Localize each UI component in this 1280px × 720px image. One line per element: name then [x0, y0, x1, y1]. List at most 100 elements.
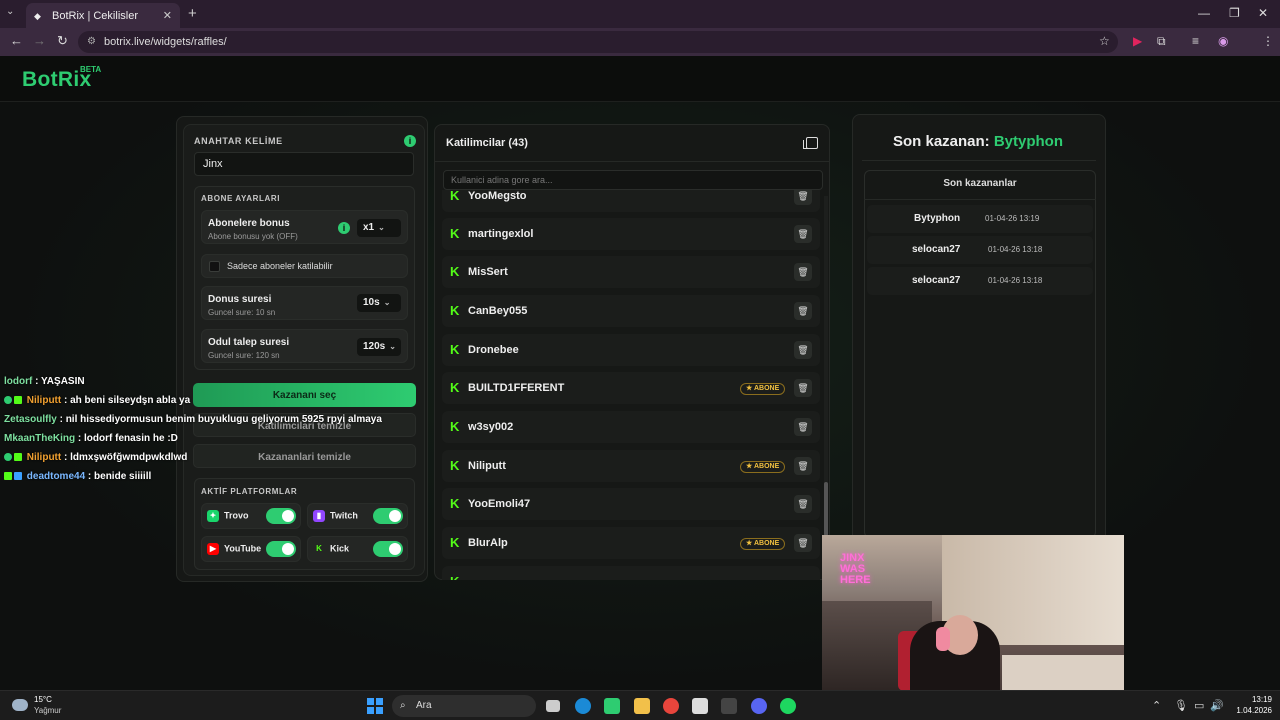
- participants-header: Katilimcilar (43): [446, 137, 528, 149]
- trash-icon[interactable]: 🗑: [794, 534, 812, 552]
- file-explorer-icon[interactable]: [634, 698, 650, 714]
- chevron-down-icon: ⌄: [378, 223, 385, 232]
- extension-play-icon[interactable]: ▶: [1133, 34, 1142, 48]
- tray-overflow-icon[interactable]: ⌃: [1152, 699, 1161, 712]
- trash-icon[interactable]: 🗑: [794, 302, 812, 320]
- chevron-down-icon: ⌄: [389, 342, 396, 351]
- chrome-icon[interactable]: [663, 698, 679, 714]
- url-field[interactable]: ⚙ botrix.live/widgets/raffles/: [78, 31, 1118, 53]
- webcam-overlay: JINX WAS HERE: [822, 535, 1124, 690]
- trash-icon[interactable]: 🗑: [794, 263, 812, 281]
- participant-name: BlurAlp: [468, 537, 508, 549]
- divider: [862, 160, 1096, 161]
- trash-icon[interactable]: 🗑: [794, 418, 812, 436]
- windows-start-icon[interactable]: [367, 698, 383, 714]
- participant-name: Dronebee: [468, 344, 519, 356]
- kick-icon: K: [316, 544, 322, 553]
- sub-bonus-select[interactable]: x1 ⌄: [357, 219, 401, 237]
- chat-text: ldmxşwöfğwmdpwkdlwd: [70, 452, 188, 463]
- profile-avatar[interactable]: ◉: [1218, 34, 1228, 48]
- discord-icon[interactable]: [751, 698, 767, 714]
- browser-tab[interactable]: ◆ BotRix | Cekilisler ✕: [26, 3, 180, 28]
- claim-time-title: Odul talep suresi: [208, 337, 290, 348]
- weather-temp: 15°C: [34, 695, 52, 704]
- trash-icon[interactable]: 🗑: [794, 495, 812, 513]
- sub-bonus-title: Abonelere bonus: [208, 218, 290, 229]
- badge-icon: [14, 472, 22, 481]
- subs-only-row[interactable]: Sadece aboneler katilabilir: [201, 254, 408, 278]
- network-icon[interactable]: ▭: [1194, 699, 1204, 712]
- list-item: K Niliputt ★ ABONE 🗑: [442, 450, 820, 482]
- trash-icon[interactable]: 🗑: [794, 379, 812, 397]
- app-dark-icon[interactable]: [721, 698, 737, 714]
- new-tab-icon[interactable]: +: [188, 5, 197, 22]
- extensions-icon[interactable]: ⧉: [1157, 34, 1166, 49]
- minimize-icon[interactable]: —: [1198, 6, 1210, 20]
- bookmark-star-icon[interactable]: ☆: [1099, 34, 1110, 48]
- participants-scroll-thumb[interactable]: [824, 482, 828, 536]
- spotify-icon[interactable]: [780, 698, 796, 714]
- trash-icon[interactable]: 🗑: [794, 341, 812, 359]
- keyword-input[interactable]: Jinx: [194, 152, 414, 176]
- volume-icon[interactable]: 🔊: [1210, 699, 1224, 712]
- app-green-icon[interactable]: [604, 698, 620, 714]
- badge-icon: [4, 396, 12, 405]
- participant-search-input[interactable]: Kullanici adina gore ara...: [443, 170, 823, 190]
- taskbar-search[interactable]: ⌕ Ara: [392, 695, 536, 717]
- microphone-icon[interactable]: 🎙: [1174, 699, 1188, 712]
- kick-icon: K: [450, 419, 460, 434]
- claim-time-sub: Guncel sure: 120 sn: [208, 351, 280, 360]
- winner-row: Bytyphon 01-04-26 13:19: [867, 205, 1093, 233]
- twitch-toggle[interactable]: [373, 508, 403, 524]
- media-control-icon[interactable]: ≡: [1192, 34, 1199, 48]
- close-window-icon[interactable]: ✕: [1258, 6, 1268, 20]
- site-header: BotRix BETA: [0, 56, 1280, 102]
- chat-text: nil hissediyormusun benim buyuklugu geli…: [65, 414, 382, 425]
- sub-bonus-info-icon[interactable]: i: [338, 222, 350, 234]
- claim-time-select[interactable]: 120s ⌄: [357, 338, 401, 356]
- bonus-time-title: Donus suresi: [208, 294, 272, 305]
- kick-icon: K: [450, 190, 460, 203]
- browser-menu-icon[interactable]: ⋮: [1262, 34, 1274, 48]
- trash-icon[interactable]: 🗑: [794, 457, 812, 475]
- chat-user: Zetasoulfly: [4, 414, 57, 425]
- back-icon[interactable]: ←: [10, 33, 23, 48]
- edge-icon[interactable]: [575, 698, 591, 714]
- browser-tabbar: ⌄ ◆ BotRix | Cekilisler ✕ + — ❐ ✕: [0, 0, 1280, 28]
- kick-icon: K: [450, 496, 460, 511]
- trovo-toggle[interactable]: [266, 508, 296, 524]
- trash-icon[interactable]: 🗑: [794, 225, 812, 243]
- participant-name: MisSert: [468, 266, 508, 278]
- list-item: K martingexlol 🗑: [442, 218, 820, 250]
- subs-only-label: Sadece aboneler katilabilir: [227, 261, 333, 271]
- bonus-time-select[interactable]: 10s ⌄: [357, 294, 401, 312]
- clock-date: 1.04.2026: [1236, 706, 1272, 715]
- task-view-icon[interactable]: [546, 700, 560, 712]
- youtube-toggle[interactable]: [266, 541, 296, 557]
- neon-sign: JINX WAS HERE: [840, 552, 871, 586]
- kick-icon: K: [450, 303, 460, 318]
- forward-icon[interactable]: →: [33, 33, 46, 48]
- cloud-rain-icon: [12, 699, 28, 711]
- trash-icon[interactable]: 🗑: [794, 190, 812, 205]
- info-icon[interactable]: i: [404, 135, 416, 147]
- tab-search-icon[interactable]: ⌄: [6, 6, 14, 17]
- taskbar-clock[interactable]: 13:19 1.04.2026: [1226, 694, 1272, 716]
- maximize-icon[interactable]: ❐: [1229, 6, 1240, 20]
- kick-toggle[interactable]: [373, 541, 403, 557]
- winner-date: 01-04-26 13:18: [988, 245, 1043, 254]
- favicon-icon: ◆: [34, 10, 41, 21]
- reload-icon[interactable]: ↻: [57, 33, 68, 49]
- site-info-icon[interactable]: ⚙: [87, 31, 96, 53]
- platform-youtube-label: ▶ YouTube: [207, 543, 261, 555]
- search-icon: ⌕: [400, 700, 406, 711]
- chevron-down-icon: ⌄: [383, 298, 391, 307]
- list-item: K YooMegsto 🗑: [442, 190, 820, 212]
- copy-icon[interactable]: [803, 137, 818, 149]
- store-icon[interactable]: [692, 698, 708, 714]
- close-tab-icon[interactable]: ✕: [163, 9, 172, 22]
- recent-winners-title: Son kazananlar: [943, 178, 1017, 189]
- subs-only-checkbox[interactable]: [209, 261, 220, 272]
- platform-trovo-label: ✦ Trovo: [207, 510, 249, 522]
- winner-date: 01-04-26 13:19: [985, 214, 1040, 223]
